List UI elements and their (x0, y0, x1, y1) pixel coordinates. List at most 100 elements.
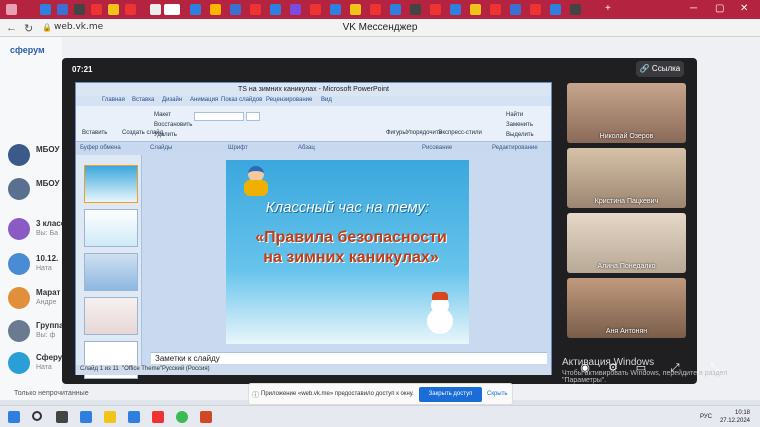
tab-icon[interactable] (390, 4, 401, 15)
taskbar: РУС 10:18 27.12.2024 (0, 405, 760, 427)
app-icon[interactable] (80, 411, 92, 423)
ppt-title: TS на зимних каникулах - Microsoft Power… (76, 83, 551, 96)
chat-item[interactable]: Марат Андре (8, 285, 64, 313)
share-message: Приложение «web.vk.me» предоставило дост… (261, 391, 414, 397)
tab-icon[interactable] (370, 4, 381, 15)
avatar (8, 320, 30, 342)
ribbon-button[interactable]: Выделить (506, 132, 534, 138)
slide-notes[interactable]: Заметки к слайду (151, 352, 547, 364)
tab-icon[interactable] (6, 4, 17, 15)
link-button[interactable]: 🔗 Ссылка (636, 61, 684, 77)
slide-thumbnail[interactable] (84, 209, 138, 247)
tab-icon[interactable] (290, 4, 301, 15)
hide-button[interactable]: Скрыть (487, 391, 507, 397)
tab-icon[interactable] (450, 4, 461, 15)
chat-subtitle: Вы: Ба (36, 230, 59, 237)
chrome-icon[interactable] (176, 411, 188, 423)
windows-start-icon[interactable] (8, 411, 20, 423)
tab-icon[interactable] (40, 4, 51, 15)
tab-icon[interactable] (125, 4, 136, 15)
ribbon-button[interactable]: Найти (506, 112, 523, 118)
close-icon[interactable]: ✕ (740, 3, 748, 14)
tab-icon[interactable] (410, 4, 421, 15)
tab-icon[interactable] (230, 4, 241, 15)
new-tab-icon[interactable]: + (605, 3, 611, 14)
stop-sharing-button[interactable]: Закрыть доступ (419, 387, 482, 402)
tab-icon[interactable] (150, 4, 161, 15)
tab-icon[interactable] (470, 4, 481, 15)
tab-icon[interactable] (91, 4, 102, 15)
participant-tile[interactable]: Николай Озеров (567, 83, 686, 143)
powerpoint-icon[interactable] (200, 411, 212, 423)
tab-icon[interactable] (250, 4, 261, 15)
tab-icon[interactable] (57, 4, 68, 15)
folder-icon[interactable] (104, 411, 116, 423)
chat-item[interactable]: МБОУ (8, 142, 64, 170)
ribbon-button[interactable]: Упорядочить (406, 130, 442, 136)
ppt-tab[interactable]: Вид (321, 97, 332, 103)
search-icon[interactable] (32, 411, 42, 421)
tab-icon[interactable] (530, 4, 541, 15)
ppt-tab[interactable]: Рецензирование (266, 97, 312, 103)
info-icon: ⓘ (252, 392, 259, 399)
font-size-select[interactable] (246, 112, 260, 121)
ribbon-button[interactable]: Заменить (506, 122, 533, 128)
sferum-logo: сферум (10, 45, 45, 55)
tab-icon[interactable] (270, 4, 281, 15)
chat-item[interactable]: 10.12. Ната (8, 251, 64, 279)
ribbon-button[interactable]: Макет (154, 112, 171, 118)
status-slide-count: Слайд 1 из 11 (80, 366, 119, 372)
tab-icon[interactable] (570, 4, 581, 15)
ribbon-button[interactable]: Удалить (154, 132, 177, 138)
slide-canvas[interactable]: Классный час на тему: «Правила безопасно… (226, 160, 469, 344)
tab-icon[interactable] (430, 4, 441, 15)
ribbon-button[interactable]: Фигуры (386, 130, 407, 136)
chat-item[interactable]: 3 класс Вы: Ба (8, 216, 65, 244)
explorer-icon[interactable] (56, 411, 68, 423)
slide-thumbnail[interactable] (84, 165, 138, 203)
tab-icon[interactable] (310, 4, 321, 15)
tab-icon-active[interactable] (164, 4, 180, 15)
chat-item[interactable]: Сферу Ната (8, 350, 64, 378)
tab-icon[interactable] (350, 4, 361, 15)
ppt-tab[interactable]: Дизайн (162, 97, 182, 103)
participant-tile[interactable]: Алина Понедалко (567, 213, 686, 273)
slide-thumbnail[interactable] (84, 297, 138, 335)
ppt-tab[interactable]: Вставка (132, 97, 154, 103)
tab-icon[interactable] (550, 4, 561, 15)
tab-icon[interactable] (74, 4, 85, 15)
tab-icon[interactable] (190, 4, 201, 15)
font-name-select[interactable] (194, 112, 244, 121)
ribbon-button[interactable]: Вставить (82, 130, 107, 136)
chat-item[interactable]: Группа Вы: ф (8, 318, 64, 346)
slide-thumbnails (76, 155, 142, 379)
address-bar: ← ↻ 🔒 web.vk.me VK Мессенджер (0, 19, 760, 37)
ppt-tab[interactable]: Анимация (190, 97, 218, 103)
unread-only-toggle[interactable]: Только непрочитанные (14, 390, 89, 397)
tab-icon[interactable] (210, 4, 221, 15)
app-icon[interactable] (128, 411, 140, 423)
avatar (8, 287, 30, 309)
ribbon-button[interactable]: Восстановить (154, 122, 192, 128)
clock-date: 27.12.2024 (719, 418, 750, 424)
link-icon: 🔗 (639, 64, 652, 73)
tab-icon[interactable] (490, 4, 501, 15)
tab-icon[interactable] (330, 4, 341, 15)
participant-tile[interactable]: Аня Антонян (567, 278, 686, 338)
yandex-icon[interactable] (152, 411, 164, 423)
ribbon-button[interactable]: Экспресс-стили (438, 130, 482, 136)
participant-tile[interactable]: Кристина Пацкевич (567, 148, 686, 208)
ppt-ribbon: Вставить Создать слайд Макет Восстановит… (76, 106, 551, 142)
group-label: Шрифт (228, 145, 248, 151)
slide-thumbnail[interactable] (84, 253, 138, 291)
slide-title: «Правила безопасности на зимних каникула… (255, 229, 447, 266)
tab-icon[interactable] (510, 4, 521, 15)
input-language[interactable]: РУС (700, 414, 712, 420)
maximize-icon[interactable]: ▢ (715, 3, 724, 14)
chat-item[interactable]: МБОУ (8, 176, 64, 204)
ppt-tab[interactable]: Главная (102, 97, 125, 103)
clock[interactable]: 10:18 27.12.2024 (720, 409, 750, 425)
ppt-tab[interactable]: Показ слайдов (221, 97, 262, 103)
tab-icon[interactable] (108, 4, 119, 15)
minimize-icon[interactable]: ─ (690, 3, 697, 14)
